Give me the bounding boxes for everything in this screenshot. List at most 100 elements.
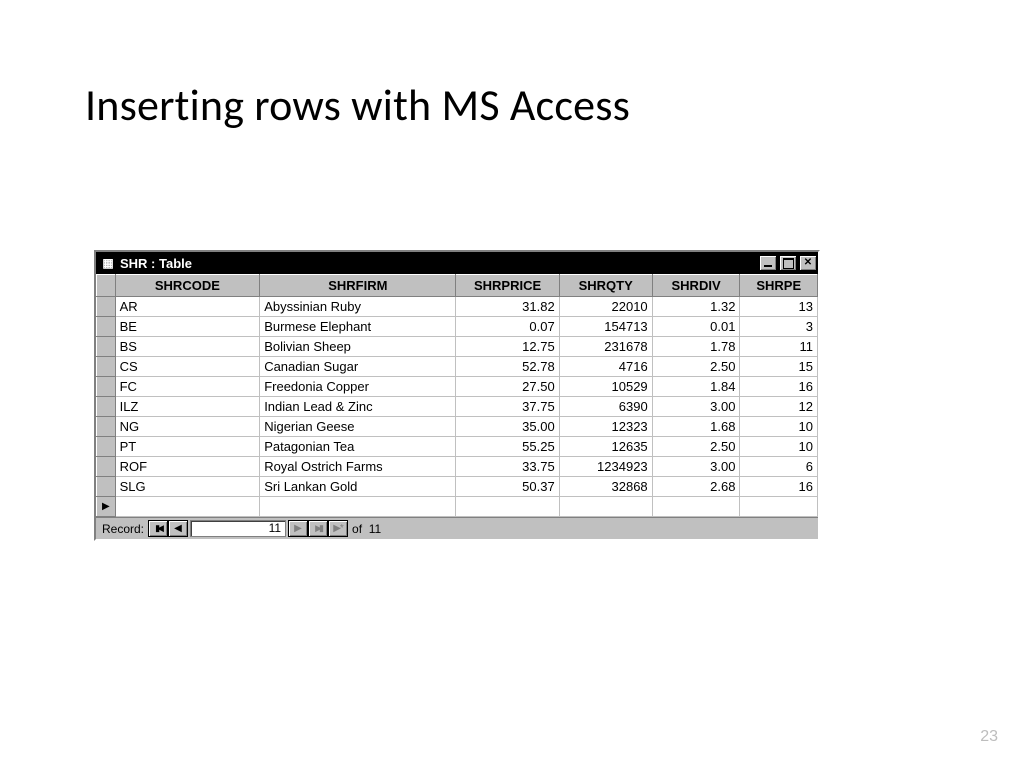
cell-shrprice[interactable]: 12.75 <box>456 337 559 357</box>
cell-shrpe[interactable]: 15 <box>740 357 818 377</box>
col-header-shrfirm[interactable]: SHRFIRM <box>260 275 456 297</box>
titlebar[interactable]: ▦ SHR : Table <box>96 252 818 274</box>
cell-shrprice[interactable]: 35.00 <box>456 417 559 437</box>
cell-shrqty[interactable]: 10529 <box>559 377 652 397</box>
col-header-shrqty[interactable]: SHRQTY <box>559 275 652 297</box>
row-selector[interactable] <box>97 457 116 477</box>
cell-shrprice[interactable]: 55.25 <box>456 437 559 457</box>
cell-shrcode[interactable]: CS <box>115 357 260 377</box>
minimize-button[interactable] <box>759 255 777 271</box>
row-selector[interactable] <box>97 477 116 497</box>
row-selector-current[interactable] <box>97 497 116 517</box>
nav-last-button[interactable] <box>308 520 328 537</box>
maximize-button[interactable] <box>779 255 797 271</box>
nav-first-button[interactable] <box>148 520 168 537</box>
cell-shrprice[interactable]: 27.50 <box>456 377 559 397</box>
cell-shrpe[interactable]: 6 <box>740 457 818 477</box>
row-selector[interactable] <box>97 437 116 457</box>
cell-shrqty[interactable]: 154713 <box>559 317 652 337</box>
nav-next-button[interactable] <box>288 520 308 537</box>
table-row[interactable]: ROFRoyal Ostrich Farms33.7512349233.006 <box>97 457 818 477</box>
cell-shrdiv[interactable] <box>652 497 740 517</box>
cell-shrprice[interactable]: 37.75 <box>456 397 559 417</box>
cell-shrpe[interactable]: 10 <box>740 417 818 437</box>
row-selector[interactable] <box>97 377 116 397</box>
cell-shrqty[interactable]: 231678 <box>559 337 652 357</box>
row-selector[interactable] <box>97 417 116 437</box>
cell-shrdiv[interactable]: 1.32 <box>652 297 740 317</box>
table-row[interactable]: NGNigerian Geese35.00123231.6810 <box>97 417 818 437</box>
cell-shrpe[interactable]: 13 <box>740 297 818 317</box>
cell-shrpe[interactable]: 11 <box>740 337 818 357</box>
cell-shrpe[interactable]: 16 <box>740 477 818 497</box>
table-row-new[interactable] <box>97 497 818 517</box>
cell-shrdiv[interactable]: 1.78 <box>652 337 740 357</box>
cell-shrcode[interactable]: SLG <box>115 477 260 497</box>
cell-shrcode[interactable]: BS <box>115 337 260 357</box>
cell-shrdiv[interactable]: 3.00 <box>652 397 740 417</box>
cell-shrqty[interactable]: 32868 <box>559 477 652 497</box>
row-selector[interactable] <box>97 357 116 377</box>
table-row[interactable]: SLGSri Lankan Gold50.37328682.6816 <box>97 477 818 497</box>
table-row[interactable]: BEBurmese Elephant0.071547130.013 <box>97 317 818 337</box>
table-row[interactable]: FCFreedonia Copper27.50105291.8416 <box>97 377 818 397</box>
cell-shrfirm[interactable]: Nigerian Geese <box>260 417 456 437</box>
row-selector[interactable] <box>97 317 116 337</box>
cell-shrqty[interactable]: 1234923 <box>559 457 652 477</box>
cell-shrpe[interactable]: 16 <box>740 377 818 397</box>
row-selector[interactable] <box>97 337 116 357</box>
table-row[interactable]: BSBolivian Sheep12.752316781.7811 <box>97 337 818 357</box>
cell-shrdiv[interactable]: 2.50 <box>652 437 740 457</box>
select-all-corner[interactable] <box>97 275 116 297</box>
cell-shrcode[interactable] <box>115 497 260 517</box>
cell-shrfirm[interactable] <box>260 497 456 517</box>
cell-shrdiv[interactable]: 2.50 <box>652 357 740 377</box>
cell-shrcode[interactable]: PT <box>115 437 260 457</box>
row-selector[interactable] <box>97 397 116 417</box>
table-row[interactable]: ILZIndian Lead & Zinc37.7563903.0012 <box>97 397 818 417</box>
cell-shrpe[interactable] <box>740 497 818 517</box>
cell-shrfirm[interactable]: Royal Ostrich Farms <box>260 457 456 477</box>
cell-shrqty[interactable]: 12635 <box>559 437 652 457</box>
cell-shrfirm[interactable]: Abyssinian Ruby <box>260 297 456 317</box>
cell-shrcode[interactable]: ROF <box>115 457 260 477</box>
col-header-shrdiv[interactable]: SHRDIV <box>652 275 740 297</box>
cell-shrfirm[interactable]: Patagonian Tea <box>260 437 456 457</box>
cell-shrfirm[interactable]: Canadian Sugar <box>260 357 456 377</box>
table-row[interactable]: CSCanadian Sugar52.7847162.5015 <box>97 357 818 377</box>
cell-shrqty[interactable]: 22010 <box>559 297 652 317</box>
cell-shrcode[interactable]: AR <box>115 297 260 317</box>
cell-shrqty[interactable]: 6390 <box>559 397 652 417</box>
cell-shrqty[interactable]: 12323 <box>559 417 652 437</box>
cell-shrdiv[interactable]: 1.68 <box>652 417 740 437</box>
row-selector[interactable] <box>97 297 116 317</box>
nav-record-input[interactable]: 11 <box>190 520 286 537</box>
col-header-shrpe[interactable]: SHRPE <box>740 275 818 297</box>
cell-shrcode[interactable]: NG <box>115 417 260 437</box>
cell-shrprice[interactable]: 31.82 <box>456 297 559 317</box>
cell-shrdiv[interactable]: 0.01 <box>652 317 740 337</box>
cell-shrfirm[interactable]: Indian Lead & Zinc <box>260 397 456 417</box>
cell-shrpe[interactable]: 10 <box>740 437 818 457</box>
cell-shrfirm[interactable]: Burmese Elephant <box>260 317 456 337</box>
cell-shrqty[interactable]: 4716 <box>559 357 652 377</box>
cell-shrcode[interactable]: ILZ <box>115 397 260 417</box>
cell-shrpe[interactable]: 12 <box>740 397 818 417</box>
cell-shrprice[interactable]: 0.07 <box>456 317 559 337</box>
nav-new-button[interactable] <box>328 520 348 537</box>
cell-shrdiv[interactable]: 2.68 <box>652 477 740 497</box>
table-row[interactable]: PTPatagonian Tea55.25126352.5010 <box>97 437 818 457</box>
cell-shrprice[interactable]: 33.75 <box>456 457 559 477</box>
cell-shrfirm[interactable]: Bolivian Sheep <box>260 337 456 357</box>
cell-shrprice[interactable] <box>456 497 559 517</box>
cell-shrqty[interactable] <box>559 497 652 517</box>
cell-shrpe[interactable]: 3 <box>740 317 818 337</box>
cell-shrcode[interactable]: BE <box>115 317 260 337</box>
close-button[interactable] <box>799 255 817 271</box>
cell-shrprice[interactable]: 50.37 <box>456 477 559 497</box>
cell-shrprice[interactable]: 52.78 <box>456 357 559 377</box>
cell-shrfirm[interactable]: Sri Lankan Gold <box>260 477 456 497</box>
col-header-shrprice[interactable]: SHRPRICE <box>456 275 559 297</box>
col-header-shrcode[interactable]: SHRCODE <box>115 275 260 297</box>
cell-shrdiv[interactable]: 1.84 <box>652 377 740 397</box>
